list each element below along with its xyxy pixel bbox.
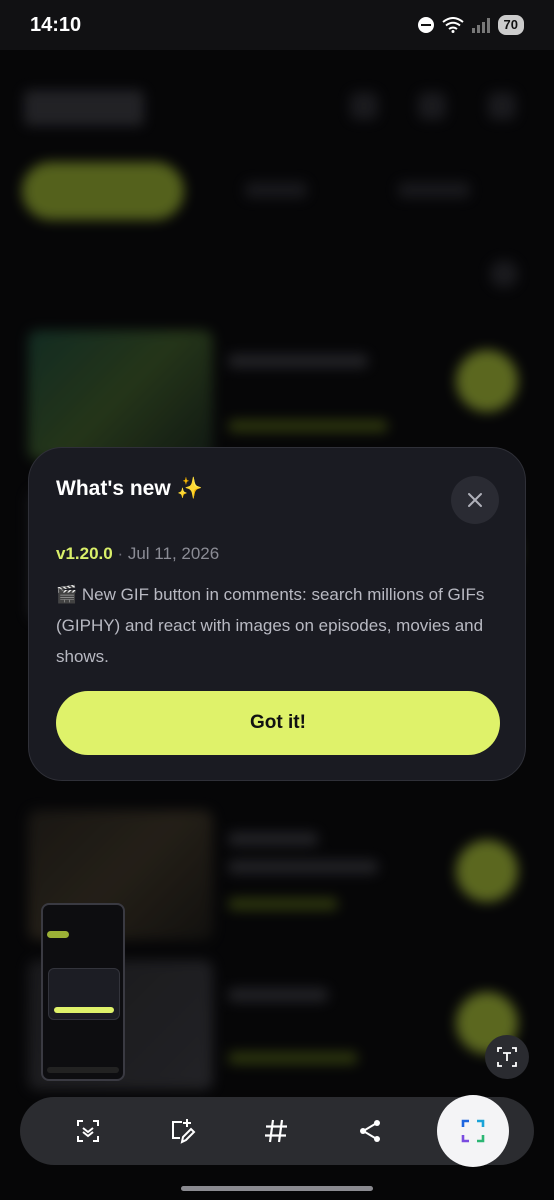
partial-capture-icon bbox=[461, 1119, 485, 1143]
got-it-button[interactable]: Got it! bbox=[56, 691, 500, 755]
release-date: Jul 11, 2026 bbox=[127, 544, 220, 563]
screenshot-preview-thumbnail[interactable] bbox=[41, 903, 125, 1081]
text-recognize-button[interactable] bbox=[485, 1035, 529, 1079]
share-icon bbox=[360, 1120, 380, 1142]
home-indicator[interactable] bbox=[181, 1186, 373, 1191]
scroll-capture-icon bbox=[77, 1120, 99, 1142]
close-button[interactable] bbox=[451, 476, 499, 524]
battery-indicator: 70 bbox=[497, 15, 524, 35]
status-time: 14:10 bbox=[30, 13, 82, 36]
thumb-pill-placeholder bbox=[47, 931, 69, 938]
release-notes: 🎬 New GIF button in comments: search mil… bbox=[56, 585, 485, 666]
screenshot-toolbar bbox=[20, 1095, 534, 1167]
share-button[interactable] bbox=[348, 1109, 392, 1153]
scroll-capture-button[interactable] bbox=[66, 1109, 110, 1153]
edit-icon bbox=[172, 1119, 196, 1144]
partial-capture-button[interactable] bbox=[437, 1095, 509, 1167]
text-recognize-icon bbox=[497, 1047, 517, 1067]
thumb-dialog-placeholder bbox=[48, 968, 120, 1020]
dialog-title: What's new ✨ bbox=[56, 477, 203, 500]
screen: 14:10 70 What's new ✨ v1.20.0 · Jul 11, … bbox=[0, 0, 554, 1200]
edit-button[interactable] bbox=[160, 1109, 204, 1153]
version-separator: · bbox=[112, 544, 128, 563]
close-icon bbox=[468, 493, 482, 507]
version-number: v1.20.0 bbox=[56, 544, 113, 563]
hashtag-button[interactable] bbox=[254, 1109, 298, 1153]
status-icons: 70 bbox=[417, 15, 524, 35]
whats-new-dialog: What's new ✨ v1.20.0 · Jul 11, 2026 🎬 Ne… bbox=[28, 447, 526, 781]
thumb-nav-placeholder bbox=[47, 1067, 119, 1073]
hashtag-icon bbox=[265, 1119, 287, 1143]
do-not-disturb-icon bbox=[417, 17, 434, 33]
signal-icon bbox=[471, 17, 490, 33]
wifi-icon bbox=[441, 17, 464, 33]
status-bar: 14:10 70 bbox=[0, 0, 554, 50]
version-line: v1.20.0 · Jul 11, 2026 bbox=[56, 544, 219, 564]
